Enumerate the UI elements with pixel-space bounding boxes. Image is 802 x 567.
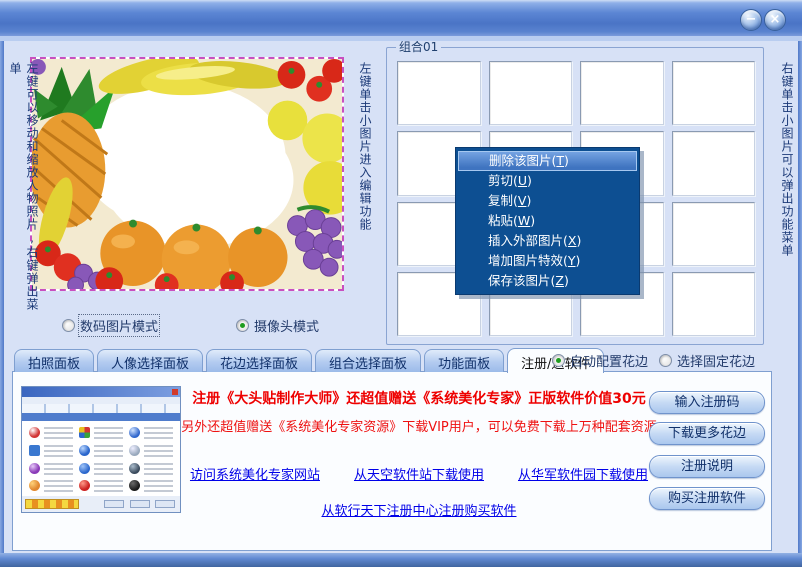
software-preview-thumbnail [21, 386, 181, 513]
digital-photo-mode-label: 数码图片模式 [80, 316, 158, 335]
tab-bar: 拍照面板 人像选择面板 花边选择面板 组合选择面板 功能面板 注册/送软件 [14, 349, 604, 372]
combo-cell[interactable] [397, 61, 481, 125]
photo-preview[interactable] [30, 57, 344, 291]
preview-tabstrip [22, 404, 180, 413]
preview-icon [127, 477, 175, 493]
promo-headline: 注册《大头贴制作大师》还超值赠送《系统美化专家》正版软件价值30元 [179, 388, 659, 408]
fruit-border-image [32, 59, 342, 289]
radio-icon [62, 319, 75, 332]
radio-selected-icon [236, 319, 249, 332]
link-register-purchase-center[interactable]: 从软行天下注册中心注册购买软件 [321, 504, 516, 519]
combo-cell[interactable] [489, 61, 573, 125]
menu-item-cut[interactable]: 剪切(U) [458, 171, 637, 191]
link-download-skycn[interactable]: 从天空软件站下载使用 [354, 464, 484, 483]
auto-border-label: 自动配置花边 [570, 351, 648, 370]
menu-item-paste[interactable]: 粘贴(W) [458, 211, 637, 231]
camera-mode-label: 摄像头模式 [254, 316, 319, 335]
preview-icon [77, 460, 125, 476]
link-download-onlinedown[interactable]: 从华军软件园下载使用 [518, 464, 648, 483]
window-frame-left [0, 36, 4, 567]
radio-selected-icon [552, 354, 565, 367]
preview-icon-grid [22, 421, 180, 496]
menu-item-delete-image[interactable]: 删除该图片(T) [458, 151, 637, 171]
combo-cell[interactable] [672, 61, 756, 125]
combo-cell[interactable] [672, 202, 756, 266]
context-menu: 删除该图片(T) 剪切(U) 复制(V) 粘贴(W) 插入外部图片(X) 增加图… [455, 147, 640, 295]
preview-icon [77, 424, 125, 440]
register-panel: 注册《大头贴制作大师》还超值赠送《系统美化专家》正版软件价值30元 另外还超值赠… [12, 371, 772, 551]
fixed-border-label: 选择固定花边 [677, 351, 755, 370]
buy-registered-software-button[interactable]: 购买注册软件 [649, 487, 765, 510]
menu-item-add-image-effect[interactable]: 增加图片特效(Y) [458, 251, 637, 271]
promo-subline: 另外还超值赠送《系统美化专家资源》下载VIP用户，可以免费下载上万种配套资源 [179, 416, 659, 435]
combo-cell[interactable] [580, 61, 664, 125]
preview-button [104, 500, 124, 508]
auto-border-radio[interactable]: 自动配置花边 [552, 351, 648, 370]
preview-icon [127, 442, 175, 458]
download-links-row: 访问系统美化专家网站 从天空软件站下载使用 从华军软件园下载使用 [179, 464, 659, 483]
preview-menubar [22, 397, 180, 404]
tab-combo-select-panel[interactable]: 组合选择面板 [315, 349, 421, 372]
enter-register-code-button[interactable]: 输入注册码 [649, 391, 765, 414]
combo-cell[interactable] [672, 272, 756, 336]
preview-titlebar [22, 387, 180, 397]
fixed-border-radio[interactable]: 选择固定花边 [659, 351, 755, 370]
window-frame-bottom [0, 553, 802, 567]
register-instructions-button[interactable]: 注册说明 [649, 455, 765, 478]
title-bar-glow [0, 36, 802, 41]
radio-icon [659, 354, 672, 367]
photo-hint-text: 左键可以移动和缩放人物照片,右键弹出菜单 [7, 62, 41, 314]
menu-item-insert-external-image[interactable]: 插入外部图片(X) [458, 231, 637, 251]
camera-mode-radio[interactable]: 摄像头模式 [236, 316, 319, 335]
tab-photo-panel[interactable]: 拍照面板 [14, 349, 94, 372]
preview-icon [127, 424, 175, 440]
preview-banner [22, 413, 180, 421]
combo-groupbox-title: 组合01 [396, 40, 441, 54]
preview-footer [22, 496, 180, 512]
preview-icon [27, 442, 75, 458]
window-frame-right [798, 36, 802, 567]
purchase-link-row: 从软行天下注册中心注册购买软件 [179, 500, 659, 519]
grid-left-hint-text: 左键单击小图片进入编辑功能 [357, 62, 374, 277]
download-more-borders-button[interactable]: 下载更多花边 [649, 422, 765, 445]
preview-icon [27, 477, 75, 493]
preview-ad-banner [25, 499, 79, 509]
preview-icon [127, 460, 175, 476]
app-window: 大头贴制作大师 未注册版本 − × 左键可以移动和缩放人物照片,右键弹出菜单 左… [0, 0, 802, 567]
menu-item-copy[interactable]: 复制(V) [458, 191, 637, 211]
combo-cell[interactable] [672, 131, 756, 195]
preview-button [155, 500, 175, 508]
preview-button [130, 500, 150, 508]
minimize-icon: − [746, 12, 757, 27]
link-visit-beautify-expert-site[interactable]: 访问系统美化专家网站 [190, 464, 320, 483]
preview-icon [27, 424, 75, 440]
grid-right-hint-text: 右键单击小图片可以弹出功能菜单 [779, 62, 796, 294]
tab-border-select-panel[interactable]: 花边选择面板 [206, 349, 312, 372]
digital-photo-mode-radio[interactable]: 数码图片模式 [62, 316, 158, 335]
close-button[interactable]: × [764, 9, 786, 31]
close-icon: × [770, 12, 781, 27]
minimize-button[interactable]: − [740, 9, 762, 31]
tab-function-panel[interactable]: 功能面板 [424, 349, 504, 372]
preview-icon [77, 442, 125, 458]
menu-item-save-image[interactable]: 保存该图片(Z) [458, 271, 637, 291]
tab-portrait-select-panel[interactable]: 人像选择面板 [97, 349, 203, 372]
preview-icon [27, 460, 75, 476]
title-bar [0, 0, 802, 36]
preview-icon [77, 477, 125, 493]
